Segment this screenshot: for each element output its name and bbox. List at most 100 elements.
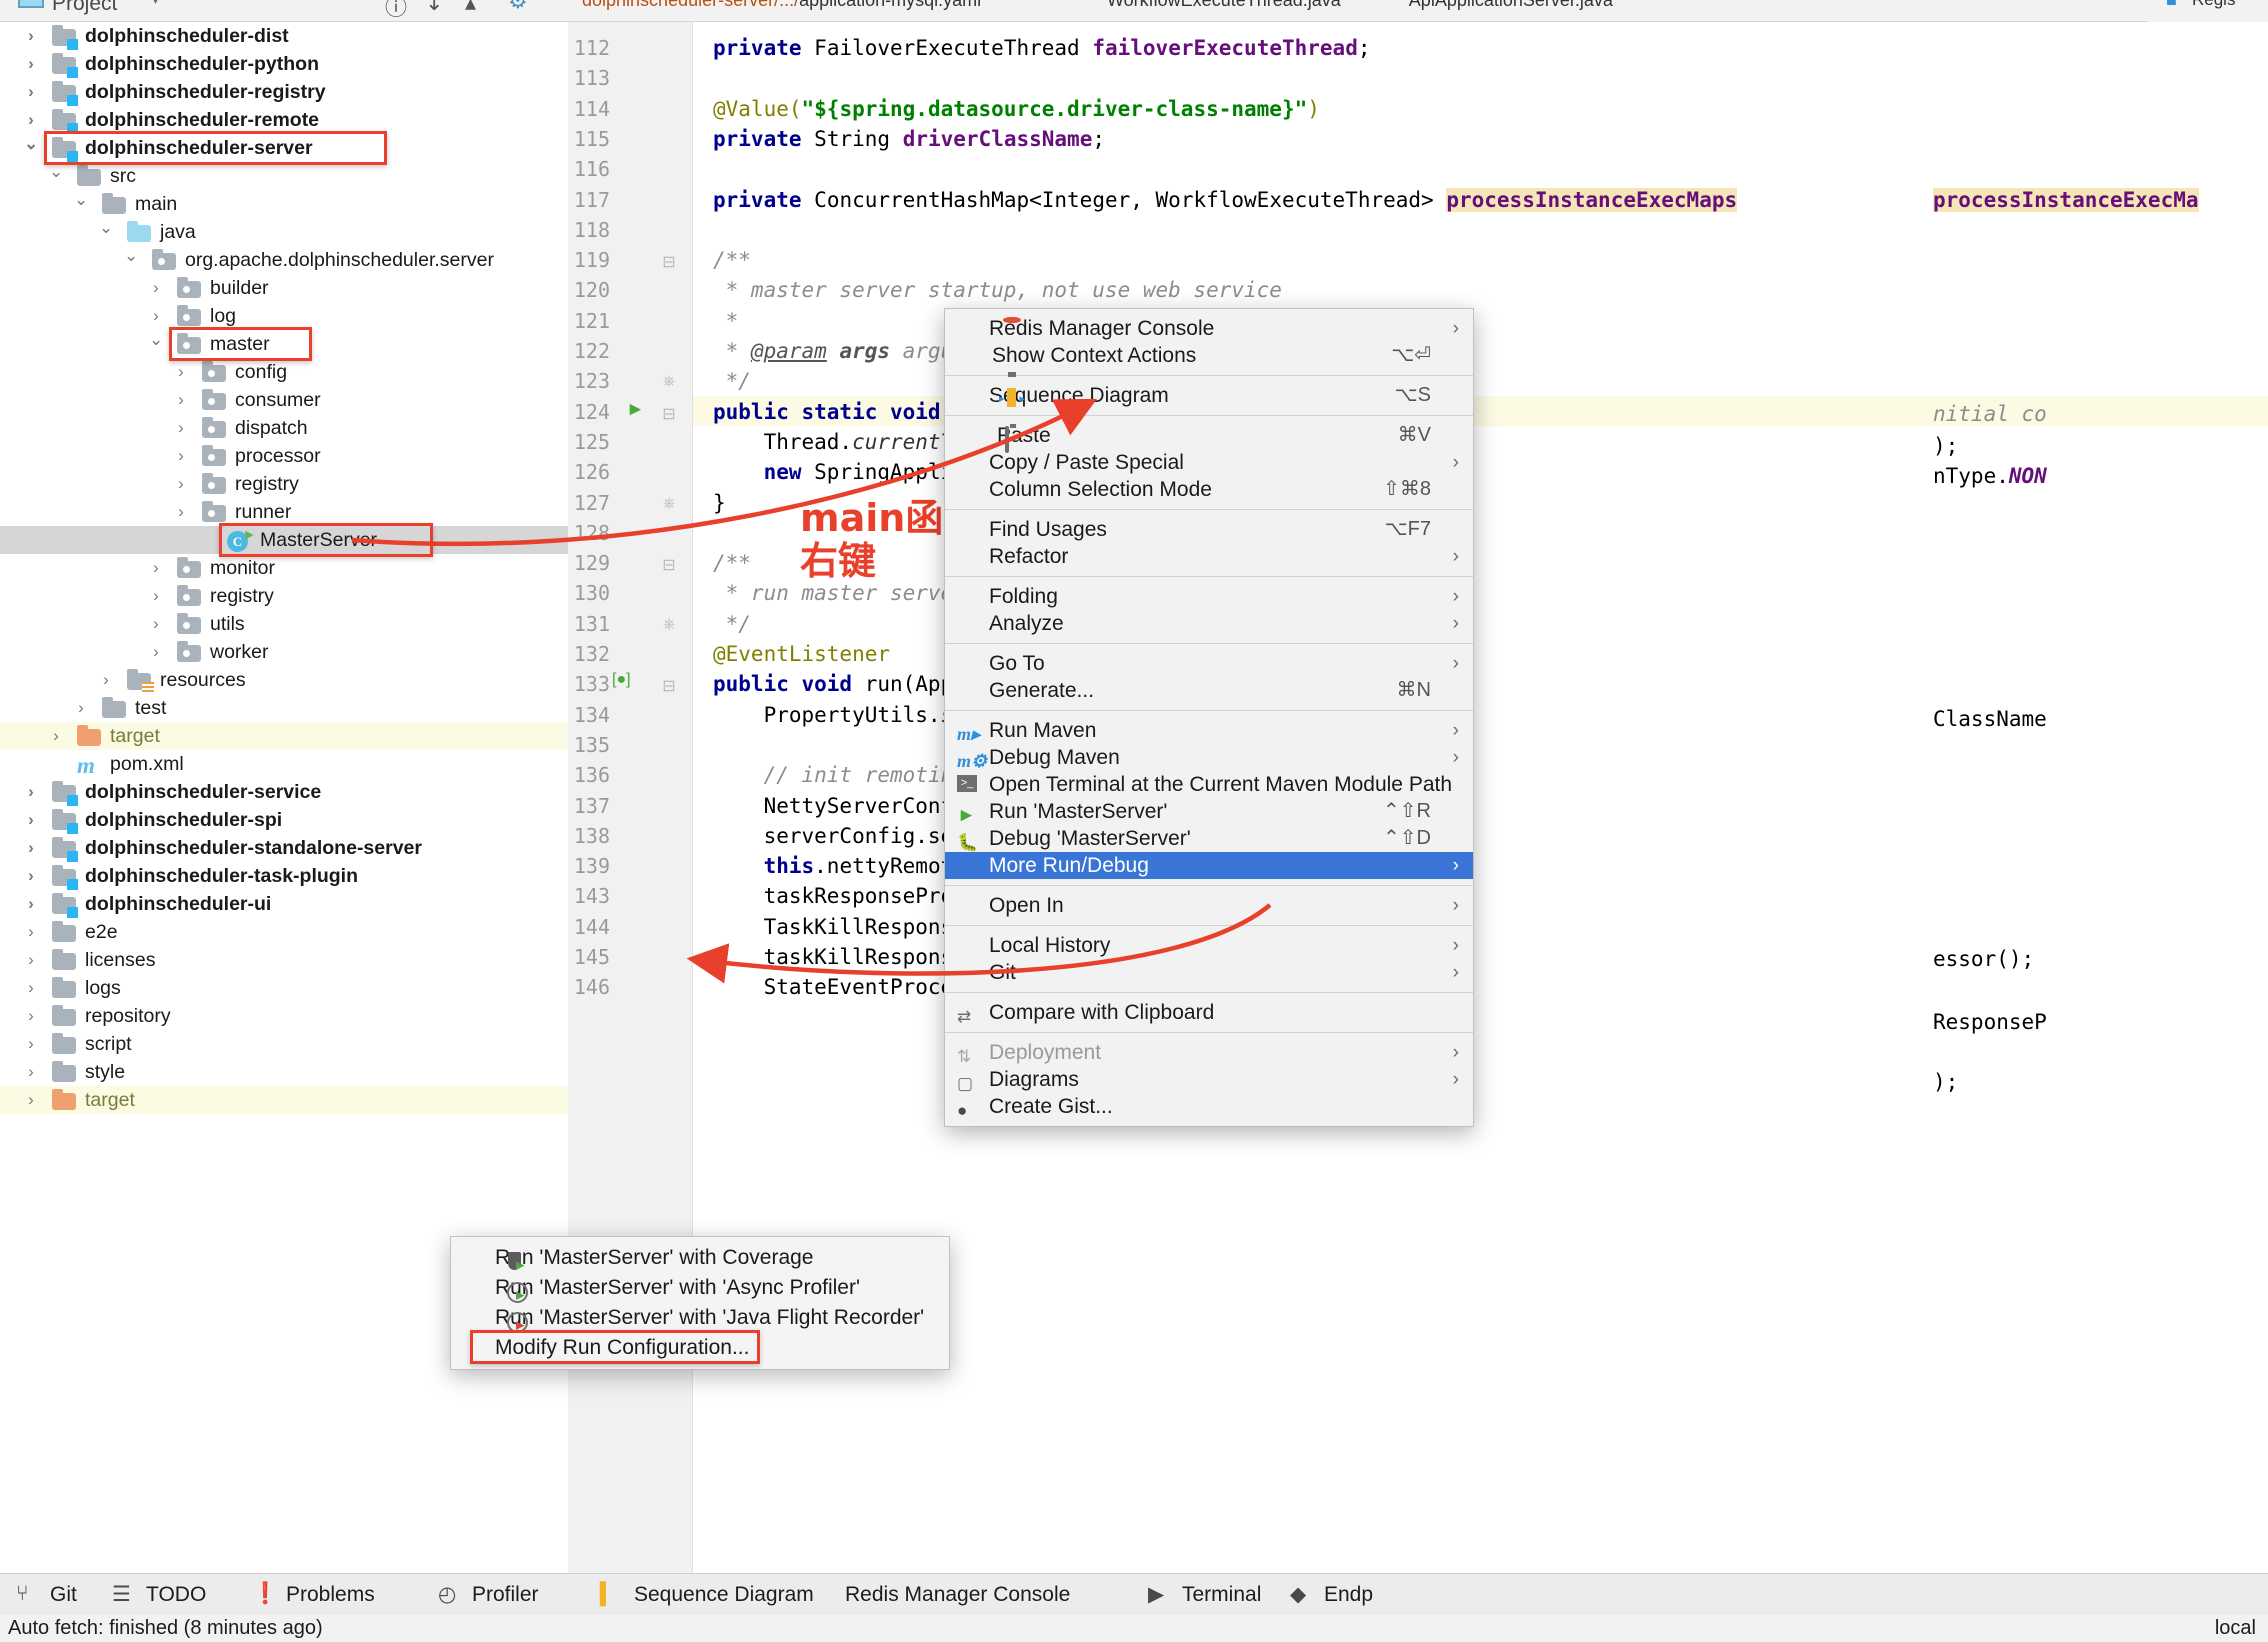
code-line[interactable]: * master server startup, not use web ser… <box>713 278 1282 302</box>
chevron-right-icon[interactable] <box>99 666 113 694</box>
code-line[interactable]: private String driverClassName; <box>713 127 1105 151</box>
tree-item[interactable]: dolphinscheduler-ui <box>0 890 568 918</box>
fold-minus-icon[interactable]: ⊟ <box>660 252 678 270</box>
tree-item[interactable]: dolphinscheduler-standalone-server <box>0 834 568 862</box>
collapse-all-icon[interactable]: ↧ <box>425 0 443 16</box>
tool-window-button[interactable]: Profiler <box>472 1583 539 1607</box>
chevron-right-icon[interactable] <box>149 582 163 610</box>
code-line[interactable]: @Value("${spring.datasource.driver-class… <box>713 97 1320 121</box>
editor-tab[interactable]: ApiApplicationServer.java <box>1409 0 1613 11</box>
run-gutter-icon[interactable]: ► <box>626 399 645 421</box>
tree-item[interactable]: config <box>0 358 568 386</box>
chevron-right-icon[interactable] <box>49 722 63 750</box>
context-menu-item[interactable]: Analyze› <box>945 610 1473 637</box>
code-line[interactable]: /** <box>713 551 751 575</box>
fold-end-icon[interactable]: ⎈ <box>660 495 678 513</box>
chevron-right-icon[interactable] <box>174 414 188 442</box>
more-run-debug-submenu[interactable]: Run 'MasterServer' with CoverageRun 'Mas… <box>450 1236 950 1370</box>
chevron-right-icon[interactable] <box>24 50 38 78</box>
chevron-right-icon[interactable] <box>24 22 38 50</box>
chevron-down-icon[interactable] <box>24 134 38 162</box>
editor-tab-bar[interactable]: dolphinscheduler-server/.../application-… <box>568 0 2268 22</box>
chevron-right-icon[interactable] <box>149 302 163 330</box>
tree-item[interactable]: dolphinscheduler-spi <box>0 806 568 834</box>
submenu-item[interactable]: Run 'MasterServer' with Coverage <box>451 1243 949 1273</box>
code-line[interactable]: * <box>713 309 738 333</box>
tool-window-button[interactable]: Git <box>50 1583 77 1607</box>
tree-item[interactable]: repository <box>0 1002 568 1030</box>
chevron-right-icon[interactable] <box>149 274 163 302</box>
editor-tab[interactable]: dolphinscheduler-server/.../application-… <box>582 0 981 11</box>
chevron-down-icon[interactable]: ▾ <box>152 0 159 8</box>
submenu-item[interactable]: Run 'MasterServer' with 'Async Profiler' <box>451 1273 949 1303</box>
chevron-right-icon[interactable] <box>24 862 38 890</box>
chevron-right-icon[interactable] <box>24 946 38 974</box>
chevron-right-icon[interactable] <box>174 498 188 526</box>
context-menu-item[interactable]: Redis Manager Console› <box>945 315 1473 342</box>
bottom-tool-window-bar[interactable]: ⑂Git☰TODO❗Problems◴Profiler▍Sequence Dia… <box>0 1573 2268 1615</box>
tree-item[interactable]: e2e <box>0 918 568 946</box>
tree-item[interactable]: builder <box>0 274 568 302</box>
fold-end-icon[interactable]: ⎈ <box>660 373 678 391</box>
chevron-right-icon[interactable] <box>174 358 188 386</box>
code-line[interactable]: private FailoverExecuteThread failoverEx… <box>713 36 1371 60</box>
chevron-down-icon[interactable] <box>49 162 63 190</box>
context-menu-item[interactable]: Show Context Actions⌥⏎ <box>945 342 1473 369</box>
tree-item[interactable]: CMasterServer <box>0 526 568 554</box>
tree-item[interactable]: log <box>0 302 568 330</box>
context-menu-item[interactable]: Sequence Diagram⌥S <box>945 382 1473 409</box>
code-line[interactable]: private ConcurrentHashMap<Integer, Workf… <box>713 188 1737 212</box>
submenu-item[interactable]: Run 'MasterServer' with 'Java Flight Rec… <box>451 1303 949 1333</box>
tool-window-button[interactable]: Redis Manager Console <box>845 1583 1070 1607</box>
chevron-right-icon[interactable] <box>149 610 163 638</box>
tree-item[interactable]: worker <box>0 638 568 666</box>
tool-window-button[interactable]: TODO <box>146 1583 206 1607</box>
chevron-right-icon[interactable] <box>174 442 188 470</box>
chevron-right-icon[interactable] <box>74 694 88 722</box>
code-line[interactable]: @EventListener <box>713 642 890 666</box>
context-menu-item[interactable]: m▸Run Maven› <box>945 717 1473 744</box>
tool-window-button[interactable]: Sequence Diagram <box>634 1583 814 1607</box>
tree-item[interactable]: dolphinscheduler-python <box>0 50 568 78</box>
chevron-right-icon[interactable] <box>24 1030 38 1058</box>
tree-item[interactable]: monitor <box>0 554 568 582</box>
fold-minus-icon[interactable]: ⊟ <box>660 555 678 573</box>
editor-context-menu[interactable]: Redis Manager Console›Show Context Actio… <box>944 308 1474 1127</box>
chevron-right-icon[interactable] <box>24 890 38 918</box>
info-icon[interactable]: ⓘ <box>385 0 407 22</box>
tree-item[interactable]: licenses <box>0 946 568 974</box>
chevron-right-icon[interactable] <box>24 1002 38 1030</box>
tree-item[interactable]: utils <box>0 610 568 638</box>
context-menu-item[interactable]: Paste⌘V <box>945 422 1473 449</box>
event-listener-gutter-icon[interactable]: [●] <box>612 671 631 689</box>
tree-item[interactable]: consumer <box>0 386 568 414</box>
tree-item[interactable]: mpom.xml <box>0 750 568 778</box>
context-menu-item[interactable]: Refactor› <box>945 543 1473 570</box>
context-menu-item[interactable]: Column Selection Mode⇧⌘8 <box>945 476 1473 503</box>
context-menu-item[interactable]: ►Run 'MasterServer'⌃⇧R <box>945 798 1473 825</box>
code-line[interactable]: NettyServerConfig <box>713 794 979 818</box>
tree-item[interactable]: logs <box>0 974 568 1002</box>
context-menu-item[interactable]: >_Open Terminal at the Current Maven Mod… <box>945 771 1473 798</box>
tree-item[interactable]: dolphinscheduler-service <box>0 778 568 806</box>
chevron-down-icon[interactable] <box>149 330 163 358</box>
chevron-right-icon[interactable] <box>24 918 38 946</box>
tree-item[interactable]: target <box>0 1086 568 1114</box>
tree-item[interactable]: registry <box>0 582 568 610</box>
tree-item[interactable]: resources <box>0 666 568 694</box>
context-menu-item[interactable]: ⇅Deployment› <box>945 1039 1473 1066</box>
context-menu-item[interactable]: 🐛Debug 'MasterServer'⌃⇧D <box>945 825 1473 852</box>
tree-item[interactable]: dolphinscheduler-task-plugin <box>0 862 568 890</box>
fold-end-icon[interactable]: ⎈ <box>660 616 678 634</box>
code-line[interactable]: */ <box>713 612 751 636</box>
tool-window-button[interactable]: Terminal <box>1182 1583 1261 1607</box>
tree-item[interactable]: dolphinscheduler-dist <box>0 22 568 50</box>
editor-tab-regis[interactable]: ■ Regis <box>2148 0 2268 22</box>
context-menu-item[interactable]: ●Create Gist... <box>945 1093 1473 1120</box>
chevron-right-icon[interactable] <box>24 1058 38 1086</box>
code-line[interactable]: /** <box>713 248 751 272</box>
context-menu-item[interactable]: Go To› <box>945 650 1473 677</box>
submenu-item[interactable]: Modify Run Configuration... <box>451 1333 949 1363</box>
settings-gear-icon[interactable]: ⚙ <box>508 0 528 14</box>
editor-tab[interactable]: WorkflowExecuteThread.java <box>1107 0 1341 11</box>
